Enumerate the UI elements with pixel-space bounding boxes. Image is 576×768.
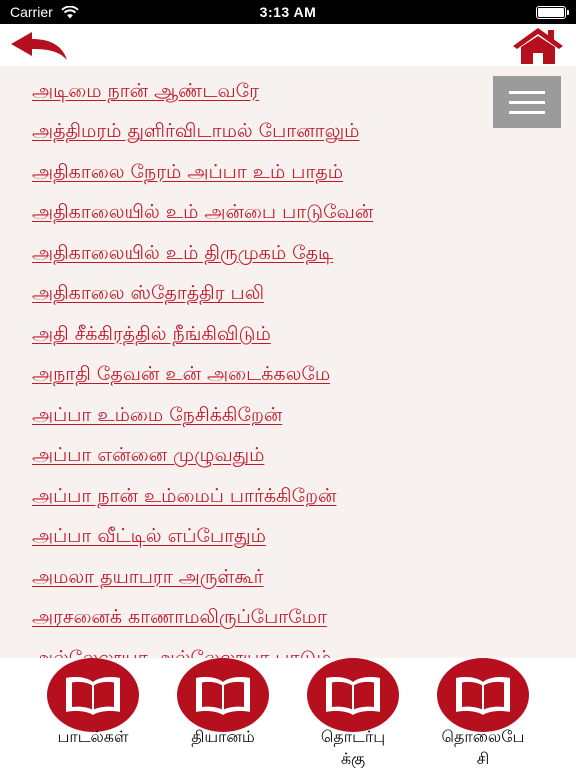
status-left: Carrier — [10, 4, 210, 20]
song-list-item[interactable]: அதி சீக்கிரத்தில் நீங்கிவிடும் — [32, 315, 576, 356]
song-list-item[interactable]: அதிகாலையில் உம் திருமுகம் தேடி — [32, 234, 576, 275]
open-book-icon — [196, 677, 250, 715]
menu-line — [509, 100, 545, 104]
open-book-icon — [456, 677, 510, 715]
status-right — [366, 5, 569, 19]
song-list-item[interactable]: அதிகாலை நேரம் அப்பா உம் பாதம் — [32, 153, 576, 194]
menu-line — [509, 110, 545, 114]
bottom-tab-bar: பாடல்கள் தியானம் தொடர்பு க்கு தொலைபே சி — [0, 658, 576, 768]
status-time: 3:13 AM — [259, 4, 317, 20]
song-list-item[interactable]: அரசனைக் காணாமலிருப்போமோ — [32, 599, 576, 640]
song-list-item[interactable]: அப்பா வீட்டில் எப்போதும் — [32, 518, 576, 559]
tab-label: தொலைபே சி — [441, 727, 525, 768]
song-list-item[interactable]: அதிகாலை ஸ்தோத்திர பலி — [32, 275, 576, 316]
hamburger-menu-button[interactable] — [493, 76, 561, 128]
tab-label: தியானம் — [191, 727, 255, 746]
status-bar: Carrier 3:13 AM — [0, 0, 576, 24]
song-list-item[interactable]: அப்பா உம்மை நேசிக்கிறேன் — [32, 396, 576, 437]
wifi-icon — [61, 5, 79, 18]
home-button[interactable] — [512, 27, 564, 65]
tab-icon-circle — [307, 658, 399, 732]
song-list-item[interactable]: அப்பா என்னை முழுவதும் — [32, 437, 576, 478]
back-button[interactable] — [8, 30, 70, 62]
song-list-area[interactable]: அடிமை நான் ஆண்டவரே அத்திமரம் துளிர்விடாம… — [0, 66, 576, 658]
open-book-icon — [66, 677, 120, 715]
tab-songs[interactable]: பாடல்கள் — [38, 658, 148, 768]
tab-icon-circle — [437, 658, 529, 732]
battery-icon — [536, 5, 569, 19]
song-list-item[interactable]: அதிகாலையில் உம் அன்பை பாடுவேன் — [32, 194, 576, 235]
carrier-label: Carrier — [10, 4, 53, 20]
tab-icon-circle — [47, 658, 139, 732]
tab-label: பாடல்கள் — [57, 727, 129, 746]
tab-contact[interactable]: தொடர்பு க்கு — [298, 658, 408, 768]
open-book-icon — [326, 677, 380, 715]
song-list-item[interactable]: அநாதி தேவன் உன் அடைக்கலமே — [32, 356, 576, 397]
home-icon — [513, 28, 563, 64]
tab-meditation[interactable]: தியானம் — [168, 658, 278, 768]
song-list-item[interactable]: அமலா தயாபரா அருள்கூர் — [32, 558, 576, 599]
song-list-item[interactable]: அப்பா நான் உம்மைப் பார்க்கிறேன் — [32, 477, 576, 518]
tab-telephone[interactable]: தொலைபே சி — [428, 658, 538, 768]
tab-label: தொடர்பு க்கு — [320, 727, 386, 768]
song-list-item[interactable]: அல்லேலூயா அல்லேலூயா பாடும் — [32, 639, 576, 658]
tab-icon-circle — [177, 658, 269, 732]
header-bar — [0, 24, 576, 66]
menu-line — [509, 90, 545, 94]
song-list: அடிமை நான் ஆண்டவரே அத்திமரம் துளிர்விடாம… — [0, 66, 576, 658]
back-arrow-icon — [11, 32, 67, 60]
